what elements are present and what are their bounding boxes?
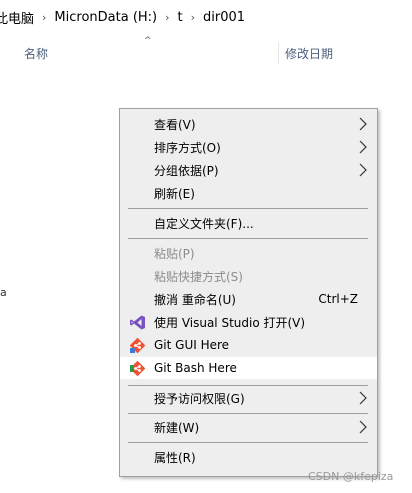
submenu-arrow-icon <box>359 140 367 154</box>
submenu-arrow-icon <box>359 391 367 405</box>
menu-item-paste: 粘贴(P) <box>120 242 377 264</box>
visual-studio-icon <box>130 315 145 330</box>
menu-item-sort-by[interactable]: 排序方式(O) <box>120 136 377 158</box>
menu-item-shortcut: Ctrl+Z <box>318 292 358 306</box>
breadcrumb-this-pc[interactable]: 此电脑 <box>0 8 38 27</box>
context-menu: 查看(V) 排序方式(O) 分组依据(P) 刷新(E) 自定义文件夹(F)...… <box>119 108 378 477</box>
menu-item-label: 排序方式(O) <box>154 140 221 155</box>
menu-item-new[interactable]: 新建(W) <box>120 416 377 438</box>
menu-separator <box>128 442 368 443</box>
menu-separator <box>128 413 368 414</box>
menu-item-git-gui-here[interactable]: Git GUI Here <box>120 334 377 356</box>
submenu-arrow-icon <box>359 117 367 131</box>
menu-item-label: 撤消 重命名(U) <box>154 292 236 307</box>
submenu-arrow-icon <box>359 420 367 434</box>
menu-item-label: 粘贴快捷方式(S) <box>154 269 243 284</box>
column-header-name[interactable]: 名称 <box>24 45 48 62</box>
menu-item-label: Git GUI Here <box>154 338 230 352</box>
menu-separator <box>128 238 368 239</box>
submenu-arrow-icon <box>359 163 367 177</box>
menu-item-undo-rename[interactable]: 撤消 重命名(U) Ctrl+Z <box>120 288 377 310</box>
menu-item-git-bash-here[interactable]: Git Bash Here <box>120 357 377 379</box>
watermark-text: CSDN @kfepiza <box>308 470 394 483</box>
menu-item-group-by[interactable]: 分组依据(P) <box>120 159 377 181</box>
menu-item-label: Git Bash Here <box>154 361 237 375</box>
menu-separator <box>128 385 368 386</box>
breadcrumb: 此电脑 › MicronData (H:) › t › dir001 <box>0 0 412 34</box>
sort-ascending-icon: ^ <box>144 36 152 46</box>
menu-item-label: 粘贴(P) <box>154 246 195 261</box>
git-gui-icon <box>129 337 146 354</box>
menu-item-label: 刷新(E) <box>154 186 195 201</box>
breadcrumb-drive[interactable]: MicronData (H:) <box>50 10 161 25</box>
menu-item-view[interactable]: 查看(V) <box>120 113 377 135</box>
column-header-modified-date[interactable]: 修改日期 <box>285 45 333 62</box>
menu-item-refresh[interactable]: 刷新(E) <box>120 182 377 204</box>
menu-item-label: 查看(V) <box>154 117 196 132</box>
breadcrumb-folder-dir001[interactable]: dir001 <box>199 10 249 25</box>
menu-item-open-with-visual-studio[interactable]: 使用 Visual Studio 打开(V) <box>120 311 377 333</box>
menu-item-label: 自定义文件夹(F)... <box>154 216 254 231</box>
menu-item-paste-shortcut: 粘贴快捷方式(S) <box>120 265 377 287</box>
breadcrumb-chevron-icon[interactable]: › <box>161 11 173 24</box>
column-divider[interactable] <box>278 42 279 64</box>
clipped-text-fragment: a <box>0 286 7 299</box>
menu-item-give-access-to[interactable]: 授予访问权限(G) <box>120 387 377 409</box>
menu-item-label: 分组依据(P) <box>154 163 219 178</box>
menu-item-label: 使用 Visual Studio 打开(V) <box>154 315 306 330</box>
breadcrumb-chevron-icon[interactable]: › <box>187 11 199 24</box>
git-bash-icon <box>129 360 146 377</box>
menu-item-label: 属性(R) <box>154 450 196 465</box>
breadcrumb-folder-t[interactable]: t <box>174 10 187 25</box>
menu-item-customize-folder[interactable]: 自定义文件夹(F)... <box>120 212 377 234</box>
menu-separator <box>128 208 368 209</box>
menu-item-label: 新建(W) <box>154 420 200 435</box>
breadcrumb-chevron-icon[interactable]: › <box>38 11 50 24</box>
menu-item-properties[interactable]: 属性(R) <box>120 446 377 468</box>
menu-item-label: 授予访问权限(G) <box>154 391 245 406</box>
